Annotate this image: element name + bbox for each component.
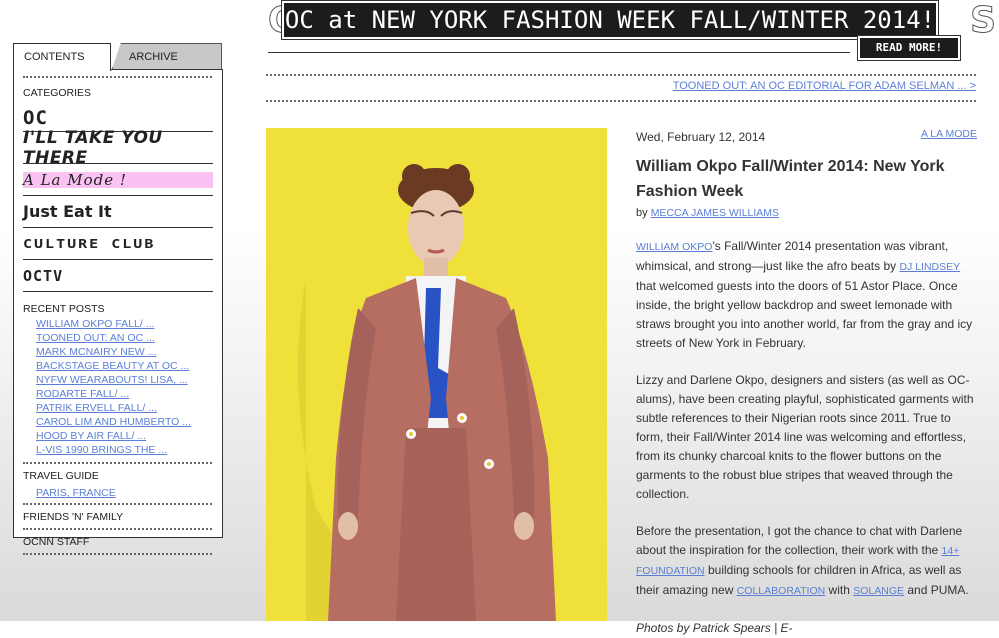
ocnn-staff-link[interactable]: OCNN STAFF: [23, 530, 212, 553]
category-label: Just Eat It: [23, 202, 112, 221]
category-label: OCTV: [23, 266, 64, 285]
recent-posts-heading: RECENT POSTS: [23, 303, 105, 315]
list-item[interactable]: WILLIAM OKPO FALL/ ...: [36, 317, 212, 331]
post-title: William Okpo Fall/Winter 2014: New York …: [636, 158, 945, 200]
category-label: CULTURE CLUB: [23, 236, 156, 251]
paragraph-text: that welcomed guests into the doors of 5…: [636, 279, 973, 350]
sidebar-divider: [23, 553, 212, 555]
recent-post-link[interactable]: BACKSTAGE BEAUTY AT OC ...: [36, 360, 189, 372]
recent-post-link[interactable]: PATRIK ERVELL FALL/ ...: [36, 402, 157, 414]
categories-heading: CATEGORIES: [23, 87, 92, 99]
dj-link[interactable]: DJ LINDSEY: [899, 261, 960, 273]
recent-post-link[interactable]: WILLIAM OKPO FALL/ ...: [36, 318, 154, 330]
recent-post-link[interactable]: TOONED OUT: AN OC ...: [36, 332, 155, 344]
tab-archive[interactable]: ARCHIVE: [112, 43, 222, 69]
list-item[interactable]: HOOD BY AIR FALL/ ...: [36, 429, 212, 443]
sidebar-divider: [23, 76, 212, 78]
paragraph-text: Before the presentation, I got the chanc…: [636, 524, 963, 557]
category-octv[interactable]: OCTV: [23, 260, 213, 292]
list-item[interactable]: L-VIS 1990 BRINGS THE ...: [36, 443, 212, 457]
list-item[interactable]: BACKSTAGE BEAUTY AT OC ...: [36, 359, 212, 373]
category-label: A La Mode !: [23, 171, 213, 188]
post-byline: by MECCA JAMES WILLIAMS: [636, 207, 779, 219]
recent-post-link[interactable]: NYFW WEARABOUTS! LISA, ...: [36, 374, 188, 386]
category-just-eat-it[interactable]: Just Eat It: [23, 196, 213, 228]
model-illustration: [266, 128, 607, 621]
friends-n-family-link[interactable]: FRIENDS 'N' FAMILY: [23, 505, 212, 528]
category-a-la-mode[interactable]: A La Mode !: [23, 164, 213, 196]
solange-link[interactable]: SOLANGE: [853, 585, 904, 597]
category-ill-take-you-there[interactable]: I'LL TAKE YOU THERE: [23, 128, 213, 168]
list-item[interactable]: NYFW WEARABOUTS! LISA, ...: [36, 373, 212, 387]
banner-headline[interactable]: OC at NEW YORK FASHION WEEK FALL/WINTER …: [284, 3, 936, 37]
list-item[interactable]: TOONED OUT: AN OC ...: [36, 331, 212, 345]
banner-bg-right: S: [970, 2, 998, 40]
recent-posts-list: WILLIAM OKPO FALL/ ... TOONED OUT: AN OC…: [23, 317, 212, 457]
paragraph: Lizzy and Darlene Okpo, designers and si…: [636, 373, 974, 501]
paragraph: Before the presentation, I got the chanc…: [636, 522, 977, 601]
travel-guide-heading[interactable]: TRAVEL GUIDE: [23, 464, 212, 487]
list-item[interactable]: MARK MCNAIRY NEW ...: [36, 345, 212, 359]
travel-guide-link[interactable]: PARIS, FRANCE: [36, 487, 116, 499]
designer-link[interactable]: WILLIAM OKPO: [636, 241, 712, 253]
post-body: WILLIAM OKPO's Fall/Winter 2014 presenta…: [636, 237, 977, 638]
post-category-link[interactable]: A LA MODE: [921, 128, 977, 140]
previous-post-link[interactable]: TOONED OUT: AN OC EDITORIAL FOR ADAM SEL…: [673, 80, 976, 92]
banner-rule: [268, 52, 850, 53]
photo-credit: Photos by Patrick Spears | E-: [636, 621, 793, 635]
read-more-button[interactable]: READ MORE!: [860, 38, 958, 58]
collaboration-link[interactable]: COLLABORATION: [737, 585, 826, 597]
post-photo: [266, 128, 607, 621]
post-date: Wed, February 12, 2014: [636, 130, 766, 144]
paragraph-text: with: [825, 583, 854, 597]
list-item[interactable]: RODARTE FALL/ ...: [36, 387, 212, 401]
category-label: I'LL TAKE YOU THERE: [23, 127, 163, 168]
divider-bottom: [266, 100, 976, 102]
tab-contents[interactable]: CONTENTS: [13, 43, 111, 71]
sidebar: CATEGORIES OC I'LL TAKE YOU THERE A La M…: [13, 69, 223, 555]
recent-post-link[interactable]: CAROL LIM AND HUMBERTO ...: [36, 416, 191, 428]
paragraph-text: and PUMA.: [904, 583, 969, 597]
recent-post-link[interactable]: L-VIS 1990 BRINGS THE ...: [36, 444, 167, 456]
author-link[interactable]: MECCA JAMES WILLIAMS: [651, 207, 779, 219]
list-item[interactable]: PATRIK ERVELL FALL/ ...: [36, 401, 212, 415]
category-culture-club[interactable]: CULTURE CLUB: [23, 228, 213, 260]
recent-post-link[interactable]: MARK MCNAIRY NEW ...: [36, 346, 156, 358]
recent-post-link[interactable]: HOOD BY AIR FALL/ ...: [36, 430, 146, 442]
divider-top: [266, 74, 976, 76]
list-item[interactable]: CAROL LIM AND HUMBERTO ...: [36, 415, 212, 429]
byline-by: by: [636, 207, 648, 219]
recent-post-link[interactable]: RODARTE FALL/ ...: [36, 388, 129, 400]
paragraph: WILLIAM OKPO's Fall/Winter 2014 presenta…: [636, 237, 977, 353]
category-label: OC: [23, 107, 48, 129]
